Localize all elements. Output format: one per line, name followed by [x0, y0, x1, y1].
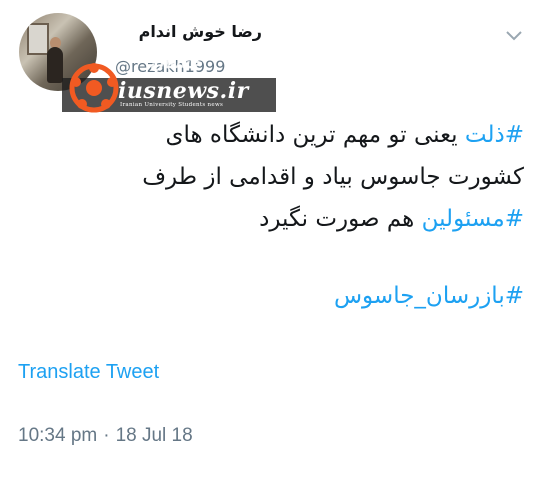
watermark-logo-text: iusnews.ir — [118, 78, 249, 104]
timestamp-separator: · — [103, 425, 110, 446]
tweet-date: 18 Jul 18 — [115, 425, 193, 446]
chevron-down-icon[interactable] — [504, 28, 524, 44]
tweet-line-2: کشورت جاسوس بیاد و اقدامی از طرف — [20, 156, 524, 198]
tweet-tag-line: #بازرسان_جاسوس — [20, 283, 524, 309]
tweet-text-segment: کشورت جاسوس بیاد و اقدامی از طرف — [142, 164, 524, 190]
tweet-text: #ذلت یعنی تو مهم ترین دانشگاه های کشورت … — [20, 114, 524, 240]
avatar-figure — [47, 47, 63, 83]
hashtag-link[interactable]: #بازرسان_جاسوس — [334, 283, 524, 309]
tweet-timestamp[interactable]: 10:34 pm · 18 Jul 18 — [18, 425, 193, 447]
hashtag-link[interactable]: #مسئولین — [422, 206, 524, 232]
display-name[interactable]: رضا خوش اندام — [112, 22, 262, 41]
translate-tweet-link[interactable]: Translate Tweet — [18, 361, 159, 384]
hashtag-link[interactable]: #ذلت — [465, 122, 524, 148]
tweet-text-segment: هم صورت نگیرد — [259, 206, 422, 232]
tweet-line-3: #مسئولین هم صورت نگیرد — [20, 198, 524, 240]
watermark-logo-icon — [69, 63, 119, 113]
avatar-background — [27, 23, 49, 55]
tweet-line-1: #ذلت یعنی تو مهم ترین دانشگاه های — [20, 114, 524, 156]
watermark-subtitle: Iranian University Students news — [120, 102, 224, 108]
watermark-persian-text: جستان — [150, 52, 202, 73]
tweet-time: 10:34 pm — [18, 425, 98, 446]
tweet-text-segment: یعنی تو مهم ترین دانشگاه های — [165, 122, 465, 148]
